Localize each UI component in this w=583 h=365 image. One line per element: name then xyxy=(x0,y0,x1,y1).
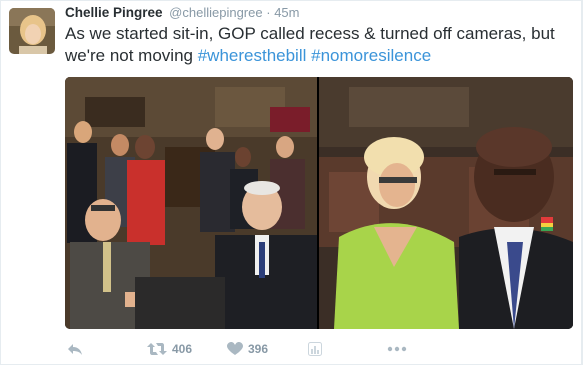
timestamp[interactable]: 45m xyxy=(274,5,299,20)
retweet-count: 406 xyxy=(172,342,193,356)
more-button[interactable] xyxy=(387,339,407,359)
tweet-header: Chellie Pingree @chelliepingree · 45m xyxy=(65,5,299,21)
tweet-text: As we started sit-in, GOP called recess … xyxy=(65,23,577,67)
separator: · xyxy=(266,5,271,20)
media-grid xyxy=(65,77,573,329)
analytics-icon xyxy=(308,342,322,356)
more-icon xyxy=(387,346,407,352)
tweet-body: As we started sit-in, GOP called recess … xyxy=(65,24,555,65)
retweet-icon xyxy=(147,342,167,356)
heart-icon xyxy=(227,342,243,356)
photo-house-floor-sit-in[interactable] xyxy=(65,77,317,329)
reply-button[interactable] xyxy=(67,339,83,359)
like-count: 396 xyxy=(248,342,269,356)
analytics-button[interactable] xyxy=(308,339,322,359)
photo-members-seated[interactable] xyxy=(319,77,573,329)
author-name[interactable]: Chellie Pingree xyxy=(65,5,163,20)
reply-icon xyxy=(67,342,83,356)
like-button[interactable]: 396 xyxy=(227,339,268,359)
retweet-button[interactable]: 406 xyxy=(147,339,192,359)
hashtag-link[interactable]: #wheresthebill xyxy=(198,46,307,65)
tweet-card: Chellie Pingree @chelliepingree · 45m As… xyxy=(0,0,583,365)
avatar[interactable] xyxy=(9,8,55,54)
hashtag-link[interactable]: #nomoresilence xyxy=(311,46,431,65)
tweet-actions: 406 396 xyxy=(65,339,465,359)
author-handle[interactable]: @chelliepingree xyxy=(169,5,262,20)
